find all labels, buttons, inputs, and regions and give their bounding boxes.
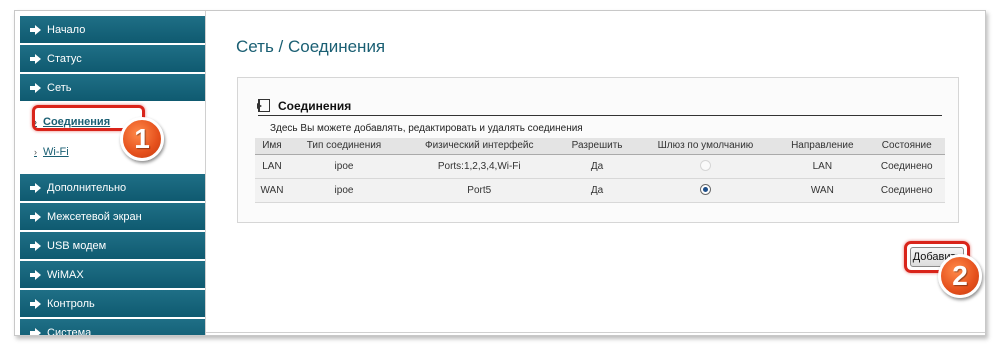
cell-gateway <box>634 178 777 203</box>
page-title: Сеть / Соединения <box>236 37 386 56</box>
arrow-right-icon <box>30 53 41 64</box>
menu-item-system[interactable]: Система <box>20 319 205 336</box>
menu-item-advanced[interactable]: Дополнительно <box>20 174 205 201</box>
cell-direction: WAN <box>776 178 869 203</box>
menu-item-label: USB модем <box>47 239 107 252</box>
submenu-item-connections[interactable]: › Соединения <box>20 111 205 133</box>
step-badge-2: 2 <box>938 254 982 298</box>
menu-item-start[interactable]: Начало <box>20 16 205 43</box>
cell-allow: Да <box>559 178 635 203</box>
submenu-item-wifi[interactable]: › Wi-Fi <box>20 141 205 163</box>
cell-gateway <box>634 154 777 179</box>
menu-item-label: Дополнительно <box>47 181 127 194</box>
menu-item-control[interactable]: Контроль <box>20 290 205 317</box>
default-gateway-radio[interactable] <box>699 160 711 172</box>
cell-state: Соединено <box>868 154 945 179</box>
arrow-right-icon <box>30 327 41 335</box>
submenu-item-label: Wi-Fi <box>43 146 69 158</box>
arrow-right-icon <box>30 82 41 93</box>
menu-item-label: Статус <box>47 52 82 65</box>
cell-interface: Ports:1,2,3,4,Wi-Fi <box>399 154 560 179</box>
panel-description: Здесь Вы можете добавлять, редактировать… <box>270 123 583 134</box>
arrow-right-icon <box>30 182 41 193</box>
bullet-icon: › <box>34 147 37 157</box>
column-header-state: Состояние <box>868 138 945 155</box>
cell-direction: LAN <box>776 154 869 179</box>
cell-type: ipoe <box>288 154 400 179</box>
arrow-right-icon <box>30 24 41 35</box>
table-row[interactable]: LAN ipoe Ports:1,2,3,4,Wi-Fi Да LAN Соед… <box>255 154 945 179</box>
column-header-name: Имя <box>255 138 289 155</box>
cell-name: LAN <box>255 154 289 179</box>
arrow-right-icon <box>30 298 41 309</box>
menu-item-label: Начало <box>47 23 86 36</box>
column-header-type: Тип соединения <box>288 138 400 155</box>
arrow-right-icon <box>30 240 41 251</box>
cell-name: WAN <box>255 178 289 203</box>
connections-table: Имя Тип соединения Физический интерфейс … <box>255 138 945 203</box>
connections-panel: Соединения Здесь Вы можете добавлять, ре… <box>237 77 959 223</box>
cell-state: Соединено <box>868 178 945 203</box>
connections-icon <box>257 99 270 112</box>
cell-allow: Да <box>559 154 635 179</box>
arrow-right-icon <box>30 211 41 222</box>
menu-item-label: Межсетевой экран <box>47 210 142 223</box>
menu-item-network[interactable]: Сеть <box>20 74 205 101</box>
step-badge-1: 1 <box>120 117 164 161</box>
menu-item-wimax[interactable]: WiMAX <box>20 261 205 288</box>
menu-item-label: Система <box>47 326 92 336</box>
cell-interface: Port5 <box>399 178 560 203</box>
panel-header: Соединения <box>257 96 942 116</box>
table-header-row: Имя Тип соединения Физический интерфейс … <box>255 138 945 155</box>
submenu-item-label: Соединения <box>43 116 111 128</box>
cell-type: ipoe <box>288 178 400 203</box>
column-header-direction: Направление <box>776 138 869 155</box>
menu-item-label: Контроль <box>47 297 95 310</box>
menu-item-usb-modem[interactable]: USB модем <box>20 232 205 259</box>
default-gateway-radio[interactable] <box>699 184 711 196</box>
table-row[interactable]: WAN ipoe Port5 Да WAN Соединено <box>255 178 945 203</box>
divider <box>206 332 985 333</box>
main-content: Сеть / Соединения Соединения Здесь Вы мо… <box>205 11 985 335</box>
column-header-gateway: Шлюз по умолчанию <box>634 138 777 155</box>
sidebar: Начало Статус Сеть › Соединения › Wi-Fi … <box>20 16 205 336</box>
menu-item-firewall[interactable]: Межсетевой экран <box>20 203 205 230</box>
menu-item-status[interactable]: Статус <box>20 45 205 72</box>
column-header-interface: Физический интерфейс <box>399 138 560 155</box>
network-submenu: › Соединения › Wi-Fi <box>20 103 205 172</box>
bullet-icon: › <box>34 117 37 127</box>
menu-item-label: Сеть <box>47 81 72 94</box>
arrow-right-icon <box>30 269 41 280</box>
column-header-allow: Разрешить <box>559 138 635 155</box>
panel-title: Соединения <box>278 98 352 113</box>
browser-frame: Начало Статус Сеть › Соединения › Wi-Fi … <box>14 10 986 336</box>
menu-item-label: WiMAX <box>47 268 84 281</box>
